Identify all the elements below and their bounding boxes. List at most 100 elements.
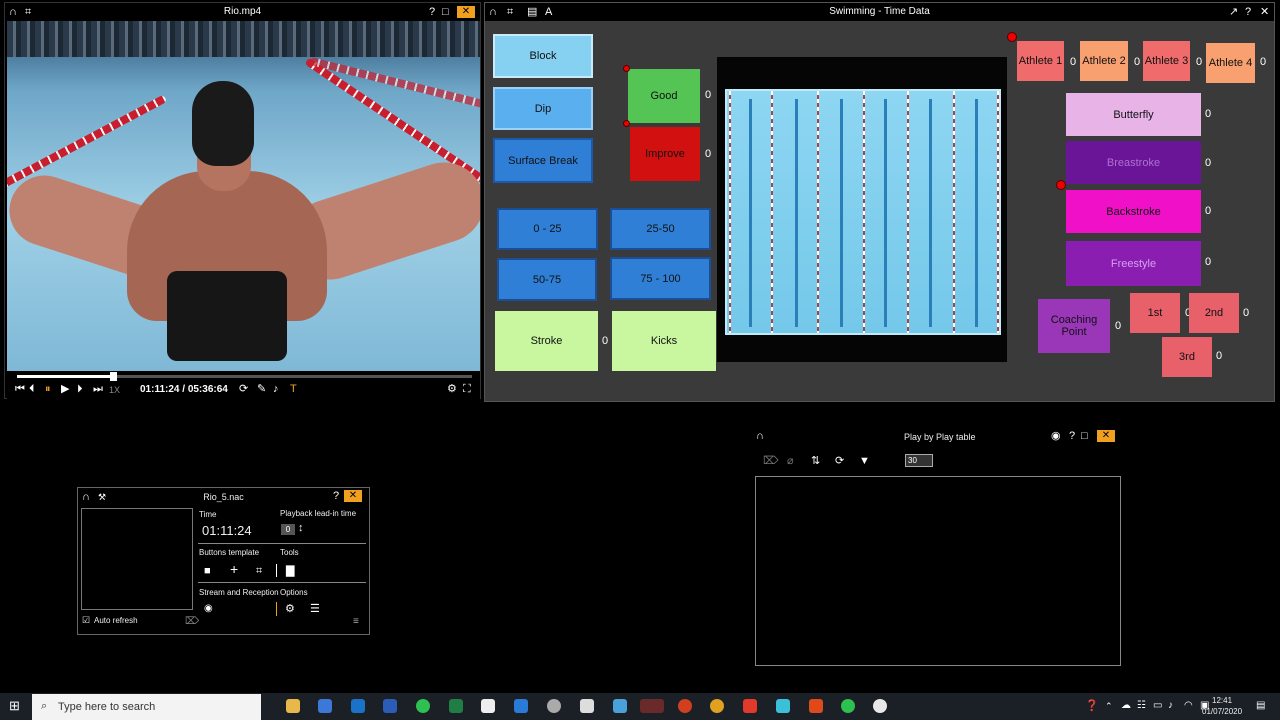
- close-icon[interactable]: ✕: [1260, 5, 1269, 19]
- trash-icon[interactable]: ⌦: [763, 454, 779, 468]
- powerpoint-icon[interactable]: [678, 699, 692, 713]
- help-icon[interactable]: ?: [1069, 429, 1075, 443]
- video-frame[interactable]: [7, 21, 480, 371]
- split-25-50-button[interactable]: 25-50: [610, 208, 711, 250]
- third-place-button[interactable]: 3rd: [1162, 337, 1212, 377]
- help-tray-icon[interactable]: ❓: [1085, 699, 1099, 713]
- settings-icon[interactable]: ⚙: [447, 382, 457, 396]
- maximize-icon[interactable]: □: [442, 5, 449, 19]
- leadin-input[interactable]: 0: [281, 524, 295, 535]
- step-forward-icon[interactable]: ⏵: [77, 382, 83, 396]
- maximize-icon[interactable]: □: [1081, 429, 1088, 443]
- wifi-icon[interactable]: ◠: [1184, 699, 1193, 713]
- fullscreen-icon[interactable]: ⛶: [463, 382, 471, 396]
- excel-icon[interactable]: [449, 699, 463, 713]
- stroke-button[interactable]: Stroke: [495, 311, 598, 371]
- help-icon[interactable]: ?: [429, 5, 435, 19]
- app-icon[interactable]: [547, 699, 561, 713]
- coaching-point-button[interactable]: Coaching Point: [1038, 299, 1110, 353]
- kicks-button[interactable]: Kicks: [612, 311, 716, 371]
- search-box[interactable]: ⌕ Type here to search: [32, 694, 261, 720]
- cloud-icon[interactable]: ☁: [1121, 699, 1131, 713]
- pause-icon[interactable]: ⏸: [45, 382, 51, 396]
- athlete-3-button[interactable]: Athlete 3: [1143, 41, 1190, 81]
- pencil-icon[interactable]: ✎: [257, 382, 266, 396]
- app-icon[interactable]: [613, 699, 627, 713]
- trash-icon[interactable]: ⌦: [185, 615, 199, 629]
- split-0-25-button[interactable]: 0 - 25: [497, 208, 598, 250]
- folder-icon[interactable]: ■: [204, 564, 211, 578]
- split-75-100-button[interactable]: 75 - 100: [610, 257, 711, 300]
- whatsapp-icon[interactable]: [841, 699, 855, 713]
- block-button[interactable]: Block: [493, 34, 593, 78]
- network-icon[interactable]: ☷: [1137, 699, 1146, 713]
- text-icon[interactable]: T: [290, 382, 297, 396]
- second-place-button[interactable]: 2nd: [1189, 293, 1239, 333]
- backstroke-button[interactable]: Backstroke: [1066, 190, 1201, 233]
- chart-icon[interactable]: ▇: [286, 564, 294, 578]
- app-icon[interactable]: [514, 699, 528, 713]
- sliders-icon[interactable]: ≡: [353, 615, 359, 629]
- app-icon[interactable]: [809, 699, 823, 713]
- windows-start-icon[interactable]: ⊞: [9, 699, 20, 713]
- speed-label[interactable]: 1X: [109, 383, 120, 397]
- seek-bar[interactable]: [17, 372, 472, 381]
- seek-handle[interactable]: [109, 372, 117, 381]
- refresh-icon[interactable]: ⟳: [239, 382, 248, 396]
- notepad-icon[interactable]: [481, 699, 495, 713]
- magnet-icon[interactable]: ∩: [756, 429, 764, 443]
- whatsapp-icon[interactable]: [416, 699, 430, 713]
- eye-icon[interactable]: ◉: [1051, 429, 1061, 443]
- athlete-1-button[interactable]: Athlete 1: [1017, 41, 1064, 81]
- close-button[interactable]: ✕: [457, 6, 475, 18]
- app-icon[interactable]: [743, 699, 757, 713]
- add-icon[interactable]: +: [230, 562, 238, 576]
- auto-refresh-checkbox[interactable]: ☑: [82, 615, 90, 626]
- help-icon[interactable]: ?: [1245, 5, 1251, 19]
- volume-icon[interactable]: ♪: [273, 382, 279, 396]
- battery-icon[interactable]: ▭: [1153, 699, 1162, 713]
- dip-button[interactable]: Dip: [493, 87, 593, 130]
- file-explorer-icon[interactable]: [286, 699, 300, 713]
- play-by-play-table[interactable]: [755, 476, 1121, 666]
- split-50-75-button[interactable]: 50-75: [497, 258, 597, 301]
- chevron-up-icon[interactable]: ⌃: [1105, 699, 1113, 713]
- rows-select[interactable]: 30: [905, 454, 933, 467]
- filter-icon[interactable]: ▼: [859, 454, 870, 468]
- grid-icon[interactable]: ⌗: [256, 564, 262, 578]
- chrome-icon[interactable]: [710, 699, 724, 713]
- slack-icon[interactable]: [873, 699, 887, 713]
- notification-icon[interactable]: ▤: [1256, 699, 1265, 713]
- freestyle-button[interactable]: Freestyle: [1066, 241, 1201, 286]
- popout-icon[interactable]: ↗: [1229, 5, 1238, 19]
- active-app-icon[interactable]: [640, 699, 664, 713]
- good-button[interactable]: Good: [628, 69, 700, 123]
- calendar-icon[interactable]: [318, 699, 332, 713]
- improve-button[interactable]: Improve: [630, 127, 700, 181]
- athlete-2-button[interactable]: Athlete 2: [1080, 41, 1128, 81]
- play-icon[interactable]: ▶: [61, 382, 69, 396]
- first-place-button[interactable]: 1st: [1130, 293, 1180, 333]
- volume-icon[interactable]: ♪: [1168, 699, 1173, 713]
- close-button[interactable]: ✕: [1097, 430, 1115, 442]
- skip-back-icon[interactable]: ⏮: [15, 382, 25, 396]
- refresh-icon[interactable]: ⟳: [835, 454, 844, 468]
- butterfly-button[interactable]: Butterfly: [1066, 93, 1201, 136]
- surface-break-button[interactable]: Surface Break: [493, 138, 593, 183]
- settings-icon[interactable]: ⚙: [285, 602, 295, 616]
- fast-forward-icon[interactable]: ⏭: [93, 382, 103, 396]
- sort-icon[interactable]: ⇅: [811, 454, 820, 468]
- step-back-icon[interactable]: ⏴: [29, 382, 35, 396]
- leadin-stepper[interactable]: ↕: [298, 522, 304, 534]
- word-icon[interactable]: [383, 699, 397, 713]
- clear-icon[interactable]: ⌀: [787, 454, 794, 468]
- antenna-icon[interactable]: ◉: [204, 602, 213, 616]
- close-button[interactable]: ✕: [344, 490, 362, 502]
- app-icon[interactable]: [776, 699, 790, 713]
- list-icon[interactable]: ☰: [310, 602, 320, 616]
- outlook-icon[interactable]: [351, 699, 365, 713]
- help-icon[interactable]: ?: [333, 489, 339, 503]
- calculator-icon[interactable]: [580, 699, 594, 713]
- breastroke-button[interactable]: Breastroke: [1066, 141, 1201, 184]
- athlete-4-button[interactable]: Athlete 4: [1206, 43, 1255, 83]
